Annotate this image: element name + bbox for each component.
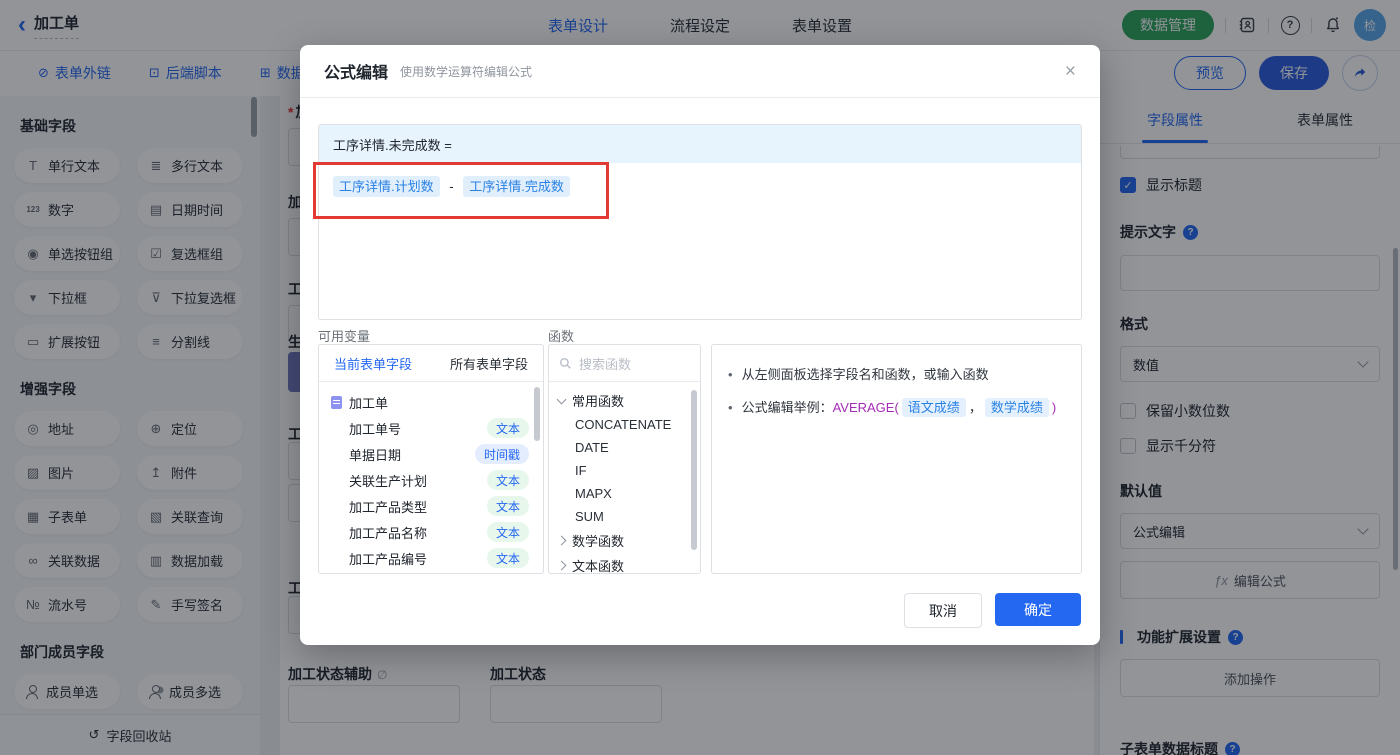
type-badge: 时间戳 <box>474 444 529 464</box>
modal-title: 公式编辑 <box>324 65 389 82</box>
function-item[interactable]: CONCATENATE <box>549 413 700 436</box>
type-badge: 文本 <box>486 496 529 516</box>
variables-scrollbar[interactable] <box>534 387 540 441</box>
bullet-icon: • <box>728 400 733 415</box>
form-doc-icon <box>331 395 342 409</box>
app-root: ‹ 加工单 表单设计 流程设定 表单设置 数据管理 ? 检 ⊘ 表单外链 ⊡ 后… <box>0 0 1400 755</box>
variable-row[interactable]: 关联生产计划 文本 <box>319 467 543 493</box>
tab-all-form-fields[interactable]: 所有表单字段 <box>450 354 528 373</box>
functions-scrollbar[interactable] <box>691 390 697 550</box>
function-item[interactable]: MAPX <box>549 482 700 505</box>
chevron-down-icon <box>556 394 567 404</box>
help-panel: • 从左侧面板选择字段名和函数，或输入函数 • 公式编辑举例：AVERAGE(语… <box>711 344 1082 574</box>
function-item[interactable]: IF <box>549 459 700 482</box>
variable-row[interactable]: 单据日期 时间戳 <box>319 441 543 467</box>
formula-expression-area[interactable]: 工序详情.计划数 - 工序详情.完成数 <box>319 163 1081 208</box>
functions-panel: 搜索函数 常用函数 CONCATENATE DATE IF MAPX SUM 数… <box>548 344 701 574</box>
formula-operator: - <box>449 179 454 194</box>
type-badge: 文本 <box>486 522 529 542</box>
available-variables-label: 可用变量 <box>318 329 371 344</box>
formula-field-chip[interactable]: 工序详情.完成数 <box>463 176 570 197</box>
variable-row[interactable]: 加工单号 文本 <box>319 415 543 441</box>
variables-tabs: 当前表单字段 所有表单字段 <box>319 345 543 382</box>
function-close-paren: ) <box>1051 400 1057 415</box>
help-line-2: • 公式编辑举例：AVERAGE(语文成绩，数学成绩) <box>728 398 1057 417</box>
formula-editor-modal: 公式编辑 使用数学运算符编辑公式 × 工序详情.未完成数 = 工序详情.计划数 … <box>300 45 1100 645</box>
type-badge: 文本 <box>486 418 529 438</box>
close-icon[interactable]: × <box>1065 62 1076 81</box>
variable-row[interactable]: 加工产品编号 文本 <box>319 545 543 571</box>
cancel-button[interactable]: 取消 <box>904 593 982 628</box>
formula-target-bar: 工序详情.未完成数 = <box>319 125 1081 163</box>
function-item[interactable]: DATE <box>549 436 700 459</box>
modal-subtitle: 使用数学运算符编辑公式 <box>400 64 533 79</box>
function-name-text: AVERAGE( <box>832 400 899 415</box>
bullet-icon: • <box>728 367 733 382</box>
variable-row[interactable]: 加工产品名称 文本 <box>319 519 543 545</box>
example-field-chip: 数学成绩 <box>984 398 1049 417</box>
search-icon <box>560 357 571 369</box>
confirm-button[interactable]: 确定 <box>995 593 1081 626</box>
formula-editor-box: 工序详情.未完成数 = 工序详情.计划数 - 工序详情.完成数 <box>318 124 1082 320</box>
tab-current-form-fields[interactable]: 当前表单字段 <box>334 354 412 373</box>
variable-row[interactable]: 加工产品类型 文本 <box>319 493 543 519</box>
function-group-common[interactable]: 常用函数 <box>549 388 700 413</box>
help-line-1: • 从左侧面板选择字段名和函数，或输入函数 <box>728 367 989 382</box>
chevron-right-icon <box>556 560 567 571</box>
type-badge: 文本 <box>486 470 529 490</box>
search-placeholder: 搜索函数 <box>579 356 632 372</box>
modal-footer: 取消 确定 <box>904 593 1081 628</box>
variables-tree: 加工单 加工单号 文本 单据日期 时间戳 关联生产计划 文本 加工产品类型 文本 加工产… <box>319 382 543 571</box>
formula-field-chip[interactable]: 工序详情.计划数 <box>333 176 440 197</box>
function-group-text[interactable]: 文本函数 <box>549 553 700 573</box>
variables-panel: 当前表单字段 所有表单字段 加工单 加工单号 文本 单据日期 时间戳 关联生产计划文… <box>318 344 544 574</box>
tree-root-form[interactable]: 加工单 <box>319 389 543 415</box>
function-search-input[interactable]: 搜索函数 <box>549 345 700 382</box>
chevron-right-icon <box>556 535 567 546</box>
type-badge: 文本 <box>486 548 529 568</box>
functions-label: 函数 <box>548 329 575 344</box>
functions-tree: 常用函数 CONCATENATE DATE IF MAPX SUM 数学函数 文… <box>549 382 700 573</box>
function-item[interactable]: SUM <box>549 505 700 528</box>
modal-header: 公式编辑 使用数学运算符编辑公式 × <box>300 45 1100 98</box>
example-field-chip: 语文成绩 <box>901 398 966 417</box>
function-group-math[interactable]: 数学函数 <box>549 528 700 553</box>
